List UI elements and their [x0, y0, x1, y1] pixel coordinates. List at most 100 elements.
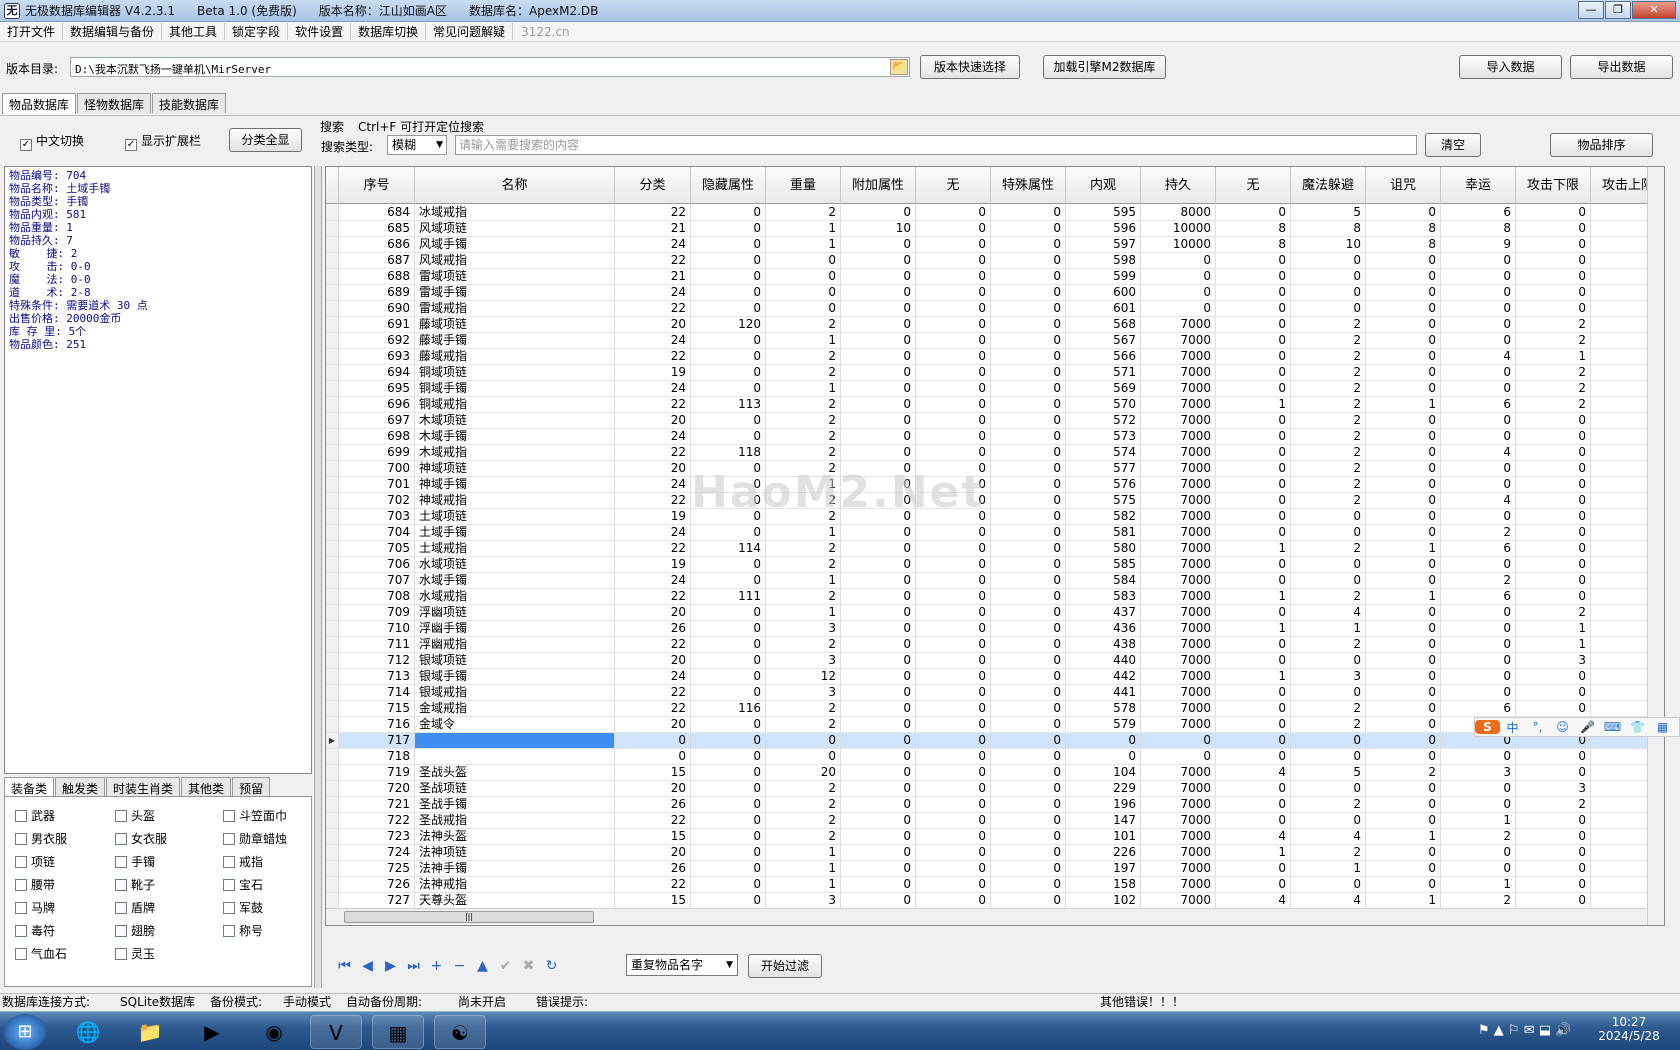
category-checkbox[interactable]: [223, 879, 235, 891]
table-cell[interactable]: 0: [916, 269, 991, 284]
table-cell[interactable]: 2: [1516, 397, 1591, 412]
table-cell[interactable]: 0: [1216, 813, 1291, 828]
table-cell[interactable]: 1: [1216, 669, 1291, 684]
table-cell[interactable]: 7000: [1141, 621, 1216, 636]
table-cell[interactable]: 1: [1366, 589, 1441, 604]
table-cell[interactable]: 0: [691, 749, 766, 764]
table-cell[interactable]: 土域手镯: [415, 525, 615, 540]
table-cell[interactable]: 木域戒指: [415, 445, 615, 460]
table-cell[interactable]: 0: [1216, 253, 1291, 268]
table-cell[interactable]: 2: [1291, 317, 1366, 332]
table-cell[interactable]: 0: [1516, 877, 1591, 892]
category-checkbox[interactable]: [115, 856, 127, 868]
table-cell[interactable]: 3: [766, 621, 841, 636]
category-option[interactable]: 手镯: [115, 853, 155, 870]
table-cell[interactable]: 0: [991, 269, 1066, 284]
table-cell[interactable]: 0: [991, 365, 1066, 380]
table-cell[interactable]: 196: [1066, 797, 1141, 812]
table-cell[interactable]: 24: [615, 237, 691, 252]
table-cell[interactable]: 2: [766, 429, 841, 444]
table-cell[interactable]: 582: [1066, 509, 1141, 524]
column-header[interactable]: 幸运: [1441, 167, 1516, 204]
row-indicator[interactable]: [326, 861, 339, 876]
table-cell[interactable]: 0: [991, 205, 1066, 220]
table-cell[interactable]: 2: [766, 317, 841, 332]
table-row[interactable]: 703土域项链19020005827000000000: [326, 509, 1664, 525]
table-cell[interactable]: 22: [615, 253, 691, 268]
table-cell[interactable]: 7000: [1141, 765, 1216, 780]
table-cell[interactable]: 0: [1366, 781, 1441, 796]
table-cell[interactable]: 584: [1066, 573, 1141, 588]
category-checkbox[interactable]: [223, 810, 235, 822]
table-cell[interactable]: 0: [1216, 429, 1291, 444]
table-row[interactable]: 715金域戒指2211620005787000020600: [326, 701, 1664, 717]
table-row[interactable]: 707水域手镯24010005847000000200: [326, 573, 1664, 589]
table-cell[interactable]: 703: [339, 509, 415, 524]
table-cell[interactable]: 0: [841, 317, 916, 332]
table-cell[interactable]: 0: [916, 765, 991, 780]
table-cell[interactable]: 0: [1216, 317, 1291, 332]
table-cell[interactable]: 0: [1366, 317, 1441, 332]
table-cell[interactable]: 0: [841, 637, 916, 652]
table-cell[interactable]: 566: [1066, 349, 1141, 364]
show-all-button[interactable]: 分类全显: [229, 128, 302, 152]
table-cell[interactable]: 0: [841, 717, 916, 732]
table-cell[interactable]: 0: [991, 349, 1066, 364]
game-icon[interactable]: ▦: [372, 1015, 424, 1049]
table-cell[interactable]: 0: [1291, 301, 1366, 316]
table-row[interactable]: 695铜域手镯24010005697000020028: [326, 381, 1664, 397]
category-checkbox[interactable]: [15, 948, 27, 960]
table-cell[interactable]: 0: [1291, 509, 1366, 524]
table-cell[interactable]: 0: [1216, 573, 1291, 588]
row-indicator[interactable]: [326, 253, 339, 268]
table-cell[interactable]: 0: [991, 877, 1066, 892]
table-cell[interactable]: 金域戒指: [415, 701, 615, 716]
table-row[interactable]: 697木域项链20020005727000020000: [326, 413, 1664, 429]
table-cell[interactable]: 2: [766, 541, 841, 556]
row-indicator[interactable]: [326, 701, 339, 716]
search-input[interactable]: 请输入需要搜索的内容: [455, 135, 1417, 155]
table-cell[interactable]: 0: [691, 605, 766, 620]
table-cell[interactable]: 440: [1066, 653, 1141, 668]
table-cell[interactable]: 0: [916, 541, 991, 556]
table-cell[interactable]: 0: [1216, 461, 1291, 476]
table-cell[interactable]: 10000: [1141, 221, 1216, 236]
table-cell[interactable]: 595: [1066, 205, 1141, 220]
table-cell[interactable]: 7000: [1141, 653, 1216, 668]
table-cell[interactable]: 0: [916, 557, 991, 572]
table-cell[interactable]: 4: [1216, 829, 1291, 844]
table-cell[interactable]: 114: [691, 541, 766, 556]
table-cell[interactable]: 7000: [1141, 845, 1216, 860]
table-cell[interactable]: 694: [339, 365, 415, 380]
table-cell[interactable]: 708: [339, 589, 415, 604]
table-cell[interactable]: 0: [1516, 269, 1591, 284]
table-cell[interactable]: 0: [766, 749, 841, 764]
table-cell[interactable]: 0: [916, 861, 991, 876]
table-cell[interactable]: 0: [991, 685, 1066, 700]
table-cell[interactable]: 104: [1066, 765, 1141, 780]
ime-icon[interactable]: 🎤: [1575, 720, 1600, 734]
table-row[interactable]: 720圣战项链20020002297000000036: [326, 781, 1664, 797]
table-cell[interactable]: 690: [339, 301, 415, 316]
table-cell[interactable]: 7000: [1141, 877, 1216, 892]
table-cell[interactable]: 697: [339, 413, 415, 428]
table-cell[interactable]: 0: [1216, 877, 1291, 892]
table-cell[interactable]: 浮幽戒指: [415, 637, 615, 652]
table-cell[interactable]: 土域戒指: [415, 541, 615, 556]
table-cell[interactable]: 神域戒指: [415, 493, 615, 508]
table-cell[interactable]: 441: [1066, 685, 1141, 700]
row-indicator[interactable]: [326, 285, 339, 300]
table-cell[interactable]: 20: [615, 653, 691, 668]
table-cell[interactable]: 0: [991, 621, 1066, 636]
table-cell[interactable]: 0: [1366, 205, 1441, 220]
table-row[interactable]: 722圣战戒指22020001477000000107: [326, 813, 1664, 829]
row-indicator[interactable]: [326, 589, 339, 604]
ime-icon[interactable]: 中: [1500, 719, 1525, 736]
table-cell[interactable]: 0: [1516, 765, 1591, 780]
table-row[interactable]: 711浮幽戒指22020004387000020015: [326, 637, 1664, 653]
table-cell[interactable]: 0: [1141, 301, 1216, 316]
table-cell[interactable]: 0: [1291, 733, 1366, 748]
row-indicator[interactable]: ▶: [326, 733, 339, 748]
column-header[interactable]: 魔法躲避: [1291, 167, 1366, 204]
column-header[interactable]: 特殊属性: [991, 167, 1066, 204]
